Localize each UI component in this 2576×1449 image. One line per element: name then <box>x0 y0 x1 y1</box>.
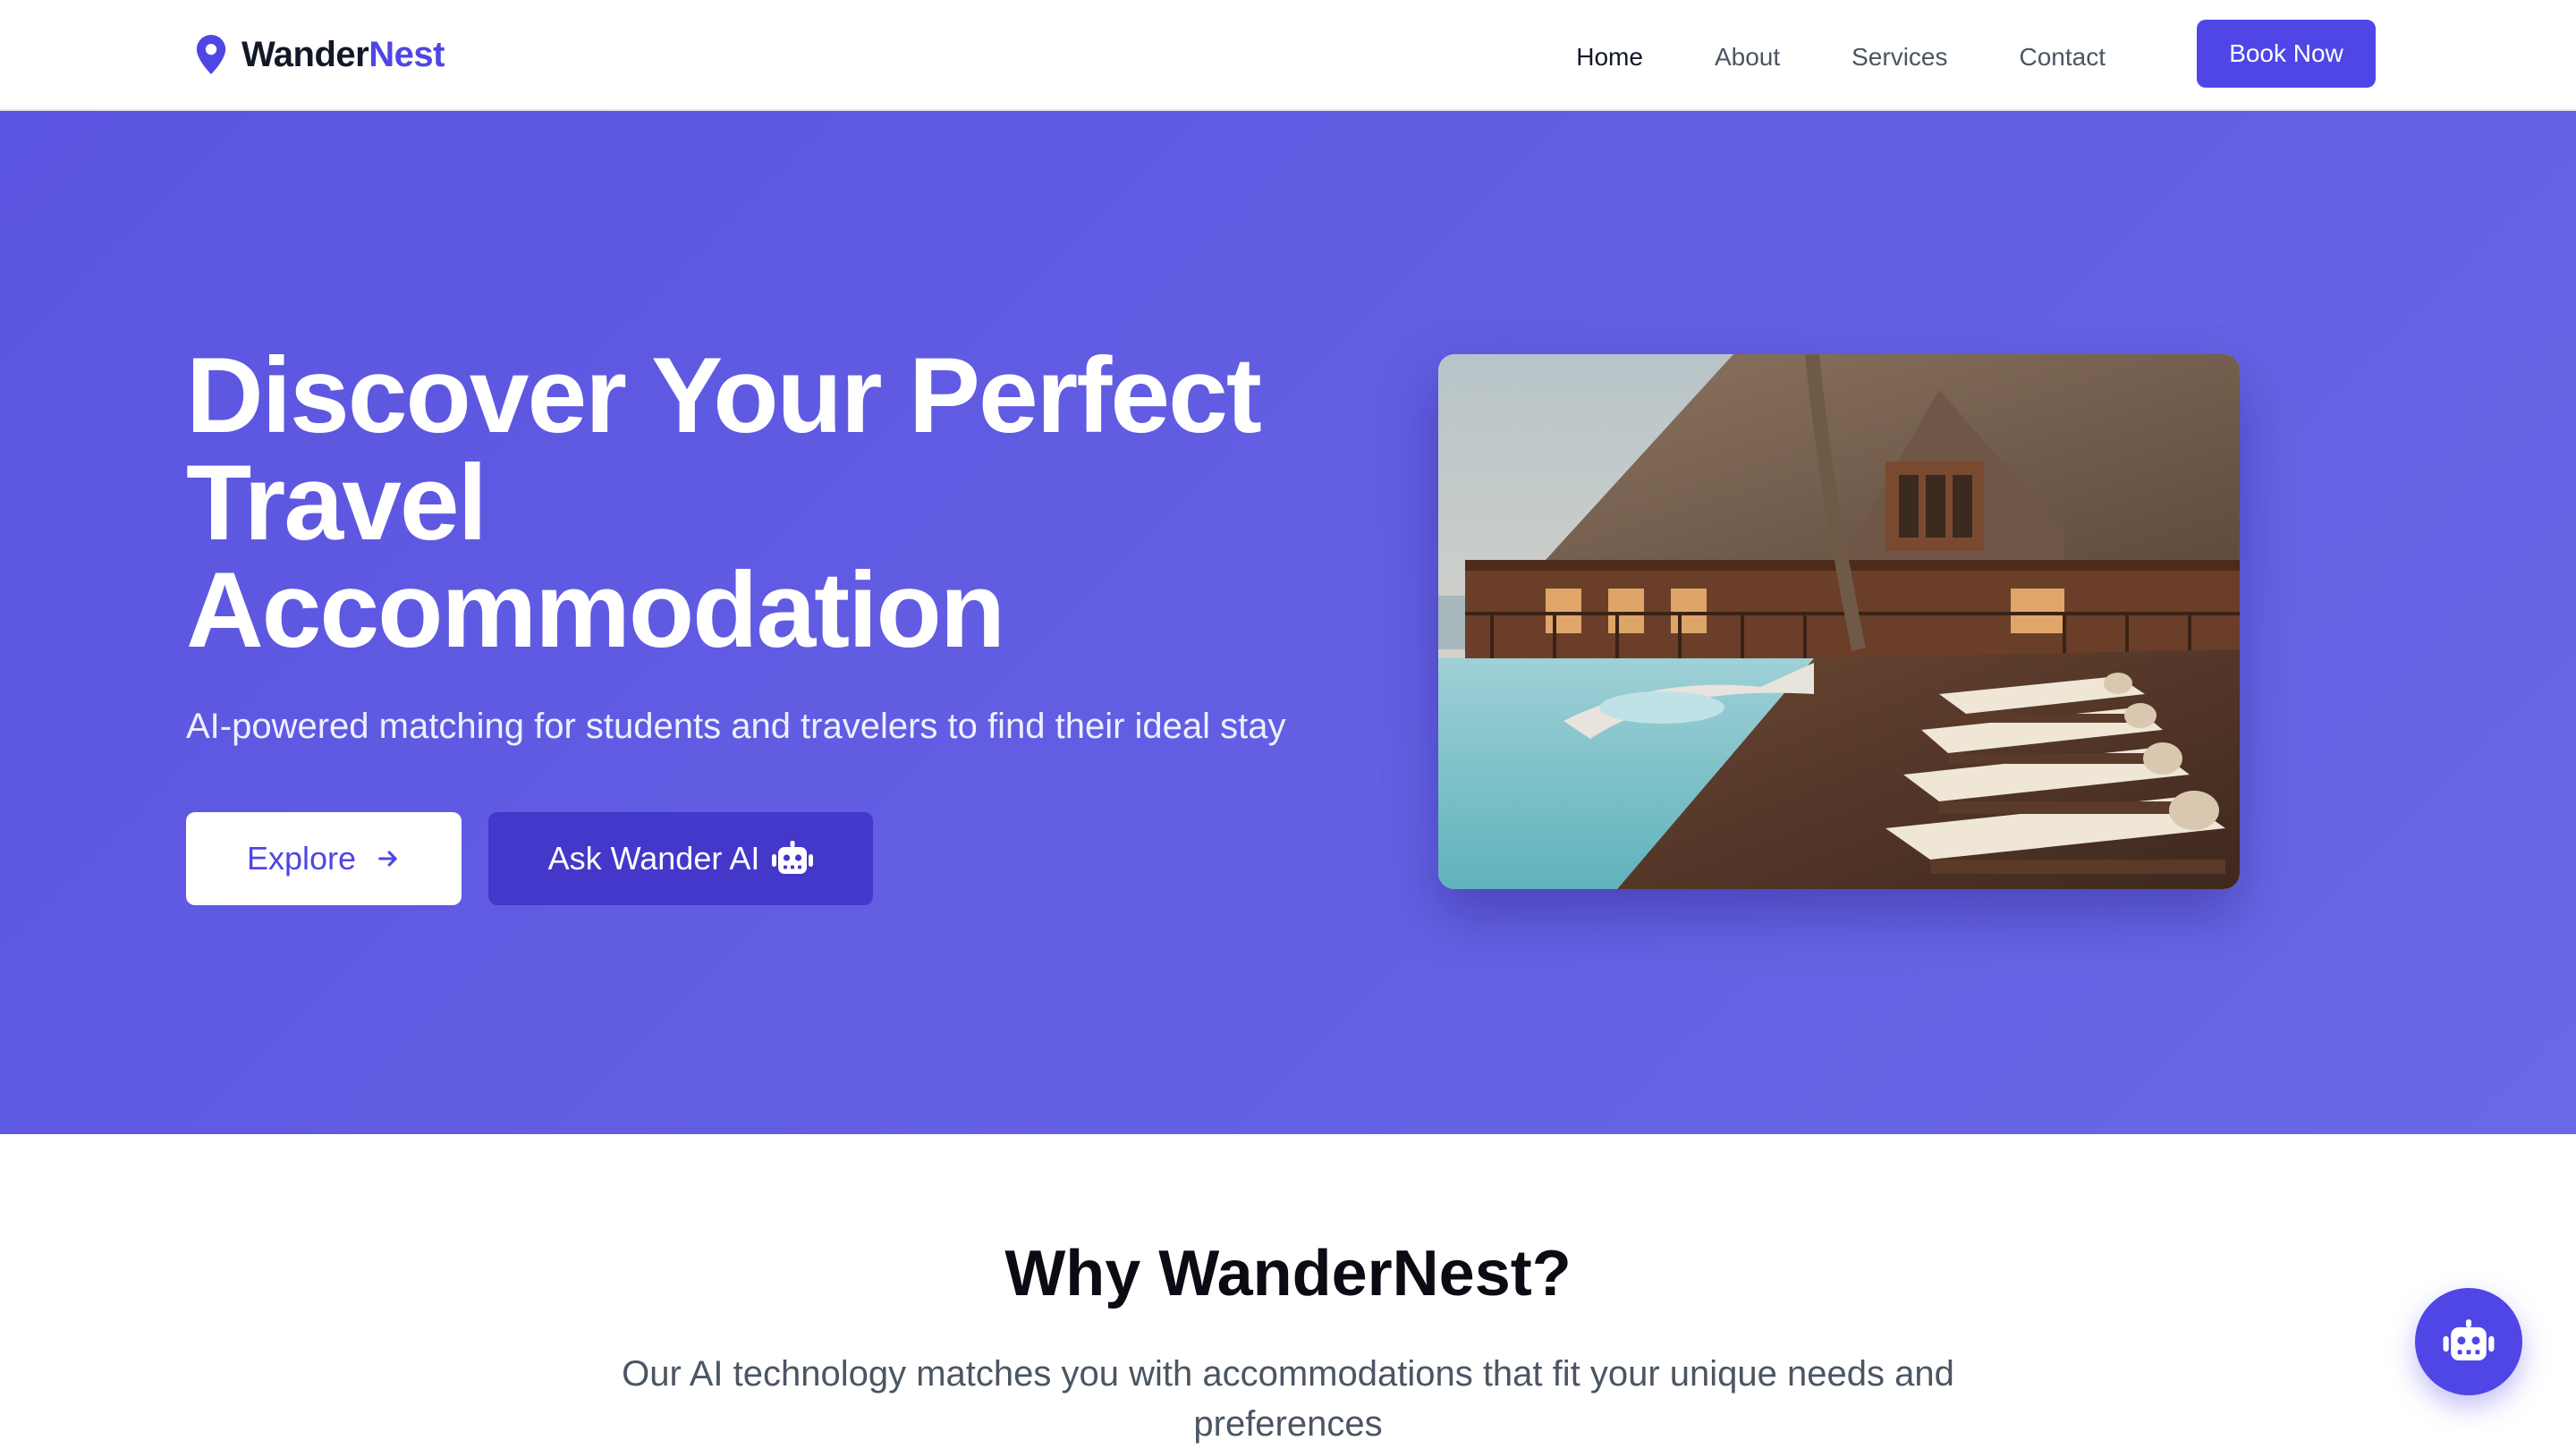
hero-section: Discover Your Perfect Travel Accommodati… <box>0 111 2576 1134</box>
brand-name-part1: Wander <box>242 35 369 74</box>
brand-name: WanderNest <box>242 37 445 72</box>
nav-link-services[interactable]: Services <box>1852 39 1947 75</box>
map-pin-icon <box>196 35 226 74</box>
chat-assistant-button[interactable] <box>2415 1288 2522 1395</box>
hero-title: Discover Your Perfect Travel Accommodati… <box>186 342 1456 664</box>
robot-icon <box>772 841 814 874</box>
hero-title-line-2: Travel <box>186 443 487 563</box>
resort-pool-illustration <box>1438 354 2240 889</box>
navbar: WanderNest Home About Services Contact B… <box>0 0 2576 111</box>
hero-image <box>1438 354 2240 889</box>
ask-wander-ai-label: Ask Wander AI <box>547 840 760 877</box>
hero-subtitle: AI-powered matching for students and tra… <box>186 707 1286 746</box>
nav-links: Home About Services Contact <box>1504 39 2106 75</box>
robot-icon <box>2443 1319 2495 1361</box>
hero-title-line-3: Accommodation <box>186 550 1005 670</box>
book-now-button[interactable]: Book Now <box>2197 20 2376 88</box>
brand-logo[interactable]: WanderNest <box>195 32 445 77</box>
ask-wander-ai-button[interactable]: Ask Wander AI <box>488 812 873 905</box>
arrow-right-icon <box>378 851 397 867</box>
nav-link-about[interactable]: About <box>1715 39 1780 75</box>
nav-link-home[interactable]: Home <box>1576 39 1643 75</box>
brand-name-part2: Nest <box>369 35 445 74</box>
explore-button[interactable]: Explore <box>186 812 462 905</box>
features-subtitle: Our AI technology matches you with accom… <box>622 1354 1954 1444</box>
nav-link-contact[interactable]: Contact <box>2020 39 2106 75</box>
features-title: Why WanderNest? <box>1004 1238 1572 1309</box>
hero-title-line-1: Discover Your Perfect <box>186 335 1262 455</box>
explore-button-label: Explore <box>246 840 357 877</box>
